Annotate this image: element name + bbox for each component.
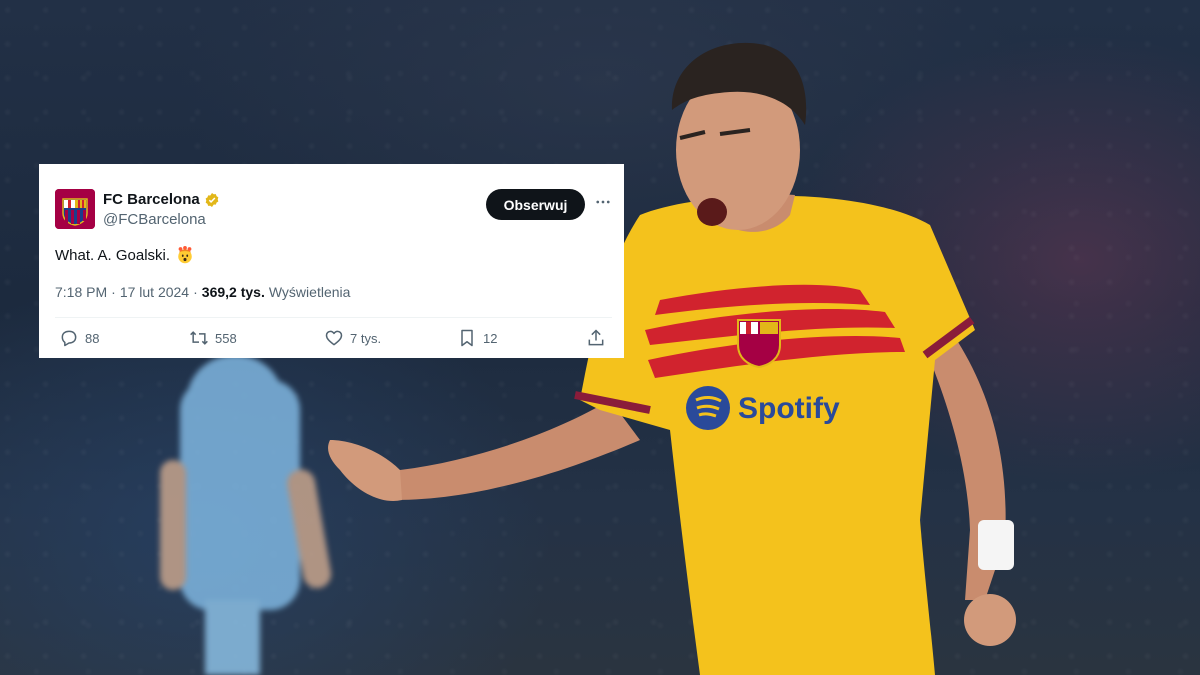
reply-count: 88 xyxy=(85,330,100,346)
fcb-crest-icon xyxy=(55,189,95,229)
tweet-text-content: What. A. Goalski. xyxy=(55,246,171,264)
meta-separator: · xyxy=(111,284,116,300)
bookmark-icon xyxy=(461,329,473,347)
author-name-row[interactable]: FC Barcelona xyxy=(103,191,220,208)
retweet-icon xyxy=(190,331,208,345)
views-count: 369,2 tys. xyxy=(201,284,265,300)
retweet-button[interactable]: 558 xyxy=(189,328,237,348)
club-crest xyxy=(737,319,781,369)
tweet-date[interactable]: 17 lut 2024 xyxy=(120,284,189,300)
like-button[interactable]: 7 tys. xyxy=(324,328,381,348)
tweet-card[interactable]: FC Barcelona @FCBarcelona Obserwuj What.… xyxy=(39,164,624,358)
tweet-time[interactable]: 7:18 PM xyxy=(55,284,107,300)
tweet-meta: 7:18 PM · 17 lut 2024 · 369,2 tys. Wyświ… xyxy=(55,284,350,300)
verified-badge-icon xyxy=(204,192,220,208)
like-icon xyxy=(325,330,343,346)
more-icon[interactable] xyxy=(593,192,613,212)
handle[interactable]: @FCBarcelona xyxy=(103,211,206,228)
sponsor-logo: Spotify xyxy=(686,386,840,430)
retweet-count: 558 xyxy=(215,330,237,346)
reply-icon xyxy=(61,330,77,347)
share-button[interactable] xyxy=(586,328,606,348)
share-icon xyxy=(588,329,604,346)
divider xyxy=(55,317,612,318)
opponent-player xyxy=(160,355,332,675)
bookmark-count: 12 xyxy=(483,330,498,346)
main-player: Spotify xyxy=(328,42,1016,675)
exploding-head-emoji-icon xyxy=(176,246,194,264)
like-count: 7 tys. xyxy=(350,330,382,346)
action-bar: 88 558 7 tys. 12 xyxy=(59,328,609,352)
tweet-text: What. A. Goalski. xyxy=(55,246,194,264)
display-name[interactable]: FC Barcelona xyxy=(103,191,200,208)
bookmark-button[interactable]: 12 xyxy=(457,328,497,348)
follow-button[interactable]: Obserwuj xyxy=(486,189,585,220)
sponsor-text: Spotify xyxy=(738,392,840,425)
views-label: Wyświetlenia xyxy=(268,284,351,300)
meta-separator-2: · xyxy=(193,284,198,300)
avatar[interactable] xyxy=(55,189,95,229)
reply-button[interactable]: 88 xyxy=(59,328,99,348)
